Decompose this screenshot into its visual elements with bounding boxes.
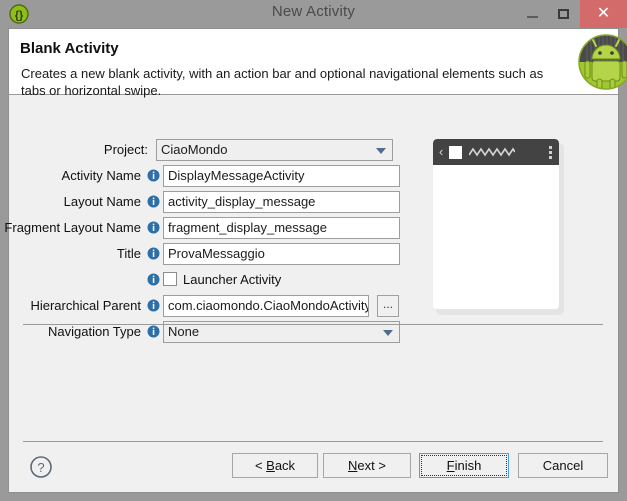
row-title: Title ProvaMessaggio	[9, 243, 409, 265]
next-button-mnemonic: N	[348, 458, 358, 473]
help-icon[interactable]: ?	[29, 455, 53, 479]
label-hierarchical-parent: Hierarchical Parent	[30, 298, 141, 313]
app-square-icon	[449, 146, 462, 159]
header-description: Creates a new blank activity, with an ac…	[21, 66, 544, 98]
project-combobox[interactable]: CiaoMondo	[156, 139, 393, 161]
info-icon[interactable]	[147, 325, 160, 338]
browse-button[interactable]: ...	[377, 295, 399, 317]
hierarchical-parent-value: com.ciaomondo.CiaoMondoActivity	[168, 298, 369, 313]
info-icon[interactable]	[147, 299, 160, 312]
label-activity-name: Activity Name	[61, 168, 141, 183]
launcher-activity-checkbox[interactable]	[163, 272, 177, 286]
title-bar: {} New Activity ✕	[0, 0, 627, 28]
info-icon[interactable]	[147, 169, 160, 182]
overflow-menu-icon	[549, 146, 552, 159]
cancel-button[interactable]: Cancel	[518, 453, 608, 478]
form-area: Project: CiaoMondo Activity Name Display…	[4, 95, 618, 343]
back-button-prefix: <	[254, 458, 267, 473]
label-title: Title	[116, 246, 141, 261]
fragment-layout-name-value: fragment_display_message	[168, 220, 327, 235]
finish-button-suffix: inish	[454, 458, 482, 473]
preview-action-bar: ‹	[433, 139, 559, 165]
label-fragment-layout-name: Fragment Layout Name	[4, 220, 141, 235]
dialog-button-bar: ? < Back Next > Finish Cancel	[9, 442, 618, 492]
finish-button[interactable]: Finish	[419, 453, 509, 478]
info-icon[interactable]	[147, 195, 160, 208]
next-button-suffix: ext >	[357, 458, 386, 473]
hierarchical-parent-input[interactable]: com.ciaomondo.CiaoMondoActivity	[163, 295, 369, 317]
chevron-down-icon	[383, 330, 393, 336]
info-icon[interactable]	[147, 247, 160, 260]
preview-content-area	[433, 165, 559, 309]
launcher-activity-label: Launcher Activity	[183, 272, 282, 287]
next-button[interactable]: Next >	[323, 453, 411, 478]
navigation-type-value: None	[168, 324, 200, 339]
layout-name-value: activity_display_message	[168, 194, 316, 209]
row-activity-name: Activity Name DisplayMessageActivity	[9, 165, 409, 187]
label-layout-name: Layout Name	[63, 194, 141, 209]
label-project: Project:	[103, 142, 148, 157]
close-icon: ✕	[596, 5, 611, 22]
separator-top	[23, 324, 603, 325]
close-button[interactable]: ✕	[580, 0, 627, 28]
layout-name-input[interactable]: activity_display_message	[163, 191, 400, 213]
back-button-mnemonic: B	[266, 458, 275, 473]
activity-name-value: DisplayMessageActivity	[168, 168, 305, 183]
back-button-suffix: ack	[274, 458, 296, 473]
chevron-down-icon	[376, 148, 386, 154]
maximize-button[interactable]	[548, 0, 580, 28]
title-input[interactable]: ProvaMessaggio	[163, 243, 400, 265]
row-fragment-layout-name: Fragment Layout Name fragment_display_me…	[4, 217, 409, 239]
dialog-window: {} New Activity ✕ Blank Activity Creates…	[0, 0, 627, 501]
zigzag-title-placeholder	[469, 147, 515, 157]
row-layout-name: Layout Name activity_display_message	[9, 191, 409, 213]
finish-button-mnemonic: F	[446, 458, 455, 473]
info-icon[interactable]	[147, 221, 160, 234]
project-value: CiaoMondo	[161, 142, 228, 157]
dialog-content: Blank Activity Creates a new blank activ…	[4, 28, 627, 493]
row-hierarchical-parent: Hierarchical Parent com.ciaomondo.CiaoMo…	[9, 295, 429, 317]
info-icon[interactable]	[147, 273, 160, 286]
row-launcher-activity: Launcher Activity	[9, 269, 409, 291]
dialog-header: Blank Activity Creates a new blank activ…	[9, 29, 627, 98]
android-robot-icon	[578, 34, 627, 90]
svg-text:?: ?	[37, 460, 44, 475]
fragment-layout-name-input[interactable]: fragment_display_message	[163, 217, 400, 239]
activity-preview: ‹	[433, 139, 565, 315]
phone-mockup: ‹	[433, 139, 559, 309]
back-button[interactable]: < Back	[232, 453, 318, 478]
back-chevron-icon: ‹	[439, 144, 444, 159]
header-title: Blank Activity	[20, 40, 119, 57]
minimize-button[interactable]	[516, 0, 548, 28]
title-value: ProvaMessaggio	[168, 246, 265, 261]
activity-name-input[interactable]: DisplayMessageActivity	[163, 165, 400, 187]
finish-focus-ring: Finish	[421, 455, 507, 476]
row-project: Project: CiaoMondo	[9, 139, 409, 161]
